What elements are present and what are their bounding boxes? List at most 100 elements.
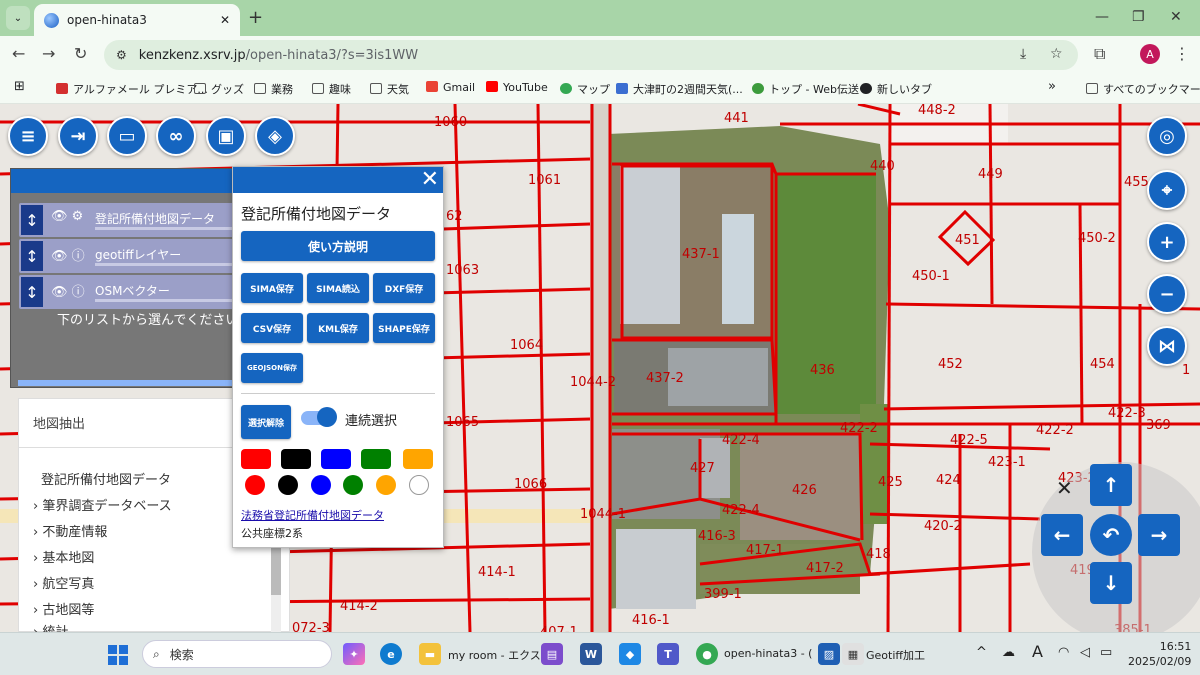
catalog-item[interactable]: › 航空写真 [33, 573, 94, 592]
defender-icon[interactable]: ◆ [619, 643, 641, 665]
eye-info-icon[interactable]: 👁 ⓘ [51, 281, 85, 300]
speaker-icon[interactable]: ◁ [1080, 645, 1090, 660]
catalog-item[interactable]: › 統計 [33, 621, 68, 632]
bookmark-folder-goods[interactable]: グッズ [194, 81, 244, 97]
deselect-button[interactable]: 選択解除 [241, 405, 291, 439]
color-dot-black[interactable] [278, 475, 298, 495]
color-swatch-orange[interactable] [403, 449, 433, 469]
color-dot-red[interactable] [245, 475, 265, 495]
image-button[interactable]: ▣ [206, 116, 246, 156]
howto-button[interactable]: 使い方説明 [241, 231, 435, 261]
drag-handle-icon[interactable]: ↕ [21, 241, 43, 271]
copilot-icon[interactable]: ✦ [343, 643, 365, 665]
close-tab-button[interactable]: ✕ [220, 13, 230, 27]
place-button[interactable]: ⌖ [1147, 170, 1187, 210]
close-nav-pad-button[interactable]: ✕ [1056, 476, 1073, 500]
address-bar[interactable]: ⚙ kenzkenz.xsrv.jp/open-hinata3/?s=3is1W… [104, 40, 1078, 70]
bookmarks-overflow-button[interactable]: » [1048, 79, 1056, 94]
bookmark-star-icon[interactable]: ☆ [1050, 46, 1063, 62]
moj-registry-link[interactable]: 法務省登記所備付地図データ [241, 507, 384, 523]
toggle-knob[interactable] [317, 407, 337, 427]
bookmark-alphamail[interactable]: アルファメール プレミア... [56, 81, 208, 97]
teams-icon[interactable]: T [657, 643, 679, 665]
taskbar-app-geotiff[interactable]: Geotiff加工 [866, 647, 925, 663]
extensions-icon[interactable]: ⧉ [1094, 44, 1105, 64]
battery-icon[interactable]: ▭ [1100, 645, 1112, 660]
word-icon[interactable]: W [580, 643, 602, 665]
zoom-out-button[interactable]: − [1147, 274, 1187, 314]
start-button[interactable] [108, 645, 128, 665]
drag-handle-icon[interactable]: ↕ [21, 277, 43, 307]
color-dot-orange[interactable] [376, 475, 396, 495]
media-app-icon[interactable]: ▤ [541, 643, 563, 665]
taskbar-app-chrome[interactable]: open-hinata3 - ( [724, 647, 812, 660]
color-swatch-green[interactable] [361, 449, 391, 469]
catalog-item[interactable]: › 古地図等 [33, 599, 94, 618]
pan-left-button[interactable]: ← [1041, 514, 1083, 556]
bookmark-folder-hobby[interactable]: 趣味 [312, 81, 351, 97]
eye-info-icon[interactable]: 👁 ⓘ [51, 245, 85, 264]
wifi-icon[interactable]: ◠ [1058, 645, 1069, 660]
pan-up-button[interactable]: ↑ [1090, 464, 1132, 506]
site-info-icon[interactable]: ⚙ [116, 48, 127, 62]
bookmark-youtube[interactable]: YouTube [486, 81, 548, 94]
menu-button[interactable]: ≡ [8, 116, 48, 156]
login-button[interactable]: ⇥ [58, 116, 98, 156]
taskbar-app-explorer[interactable]: my room - エクス [448, 647, 541, 663]
color-swatch-red[interactable] [241, 449, 271, 469]
kml-save-button[interactable]: KML保存 [307, 313, 369, 343]
zoom-in-button[interactable]: + [1147, 222, 1187, 262]
dxf-save-button[interactable]: DXF保存 [373, 273, 435, 303]
pan-right-button[interactable]: → [1138, 514, 1180, 556]
close-window-button[interactable]: ✕ [1170, 9, 1182, 25]
browser-tab[interactable]: open-hinata3 ✕ [34, 4, 240, 36]
pan-down-button[interactable]: ↓ [1090, 562, 1132, 604]
color-swatch-black[interactable] [281, 449, 311, 469]
catalog-item[interactable]: › 筆界調査データベース [33, 495, 172, 514]
csv-save-button[interactable]: CSV保存 [241, 313, 303, 343]
undo-button[interactable]: ↶ [1090, 514, 1132, 556]
forward-button[interactable]: → [42, 44, 55, 63]
edge-icon[interactable]: e [380, 643, 402, 665]
catalog-item[interactable]: › 基本地図 [33, 547, 94, 566]
color-dot-green[interactable] [343, 475, 363, 495]
profile-avatar[interactable]: A [1140, 44, 1160, 64]
cloud-icon[interactable]: ☁ [1002, 645, 1015, 660]
color-dot-white[interactable] [409, 475, 429, 495]
color-swatch-blue[interactable] [321, 449, 351, 469]
file-explorer-icon[interactable]: ▬ [419, 643, 441, 665]
new-tab-button[interactable]: + [248, 7, 263, 28]
eye-gear-icon[interactable]: 👁 ⚙ [51, 209, 83, 224]
install-app-icon[interactable]: ⤓ [1020, 46, 1026, 62]
tab-search-button[interactable]: ⌄ [6, 6, 30, 30]
more-menu-icon[interactable]: ⋮ [1174, 44, 1190, 63]
photos-app-icon[interactable]: ▨ [818, 643, 840, 665]
geojson-save-button[interactable]: GEOJSON保存 [241, 353, 303, 383]
sima-save-button[interactable]: SIMA保存 [241, 273, 303, 303]
bookmark-folder-weather[interactable]: 天気 [370, 81, 409, 97]
layers-button[interactable]: ◈ [255, 116, 295, 156]
bookmark-gmail[interactable]: Gmail [426, 81, 475, 94]
drag-handle-icon[interactable]: ↕ [21, 205, 43, 235]
taskbar-search[interactable]: ⌕ 検索 [142, 640, 332, 668]
minimize-button[interactable]: — [1095, 9, 1109, 25]
system-clock[interactable]: 16:51 2025/02/09 [1128, 639, 1191, 669]
restore-button[interactable]: ❐ [1132, 9, 1145, 25]
chrome-icon[interactable]: ● [696, 643, 718, 665]
bookmark-web-transfer[interactable]: トップ - Web伝送 [752, 81, 859, 97]
reload-button[interactable]: ↻ [74, 44, 87, 63]
catalog-item[interactable]: 登記所備付地図データ [41, 469, 171, 488]
bookmark-weather-otsu[interactable]: 大津町の2週間天気(... [616, 81, 743, 97]
locate-button[interactable]: ◎ [1147, 116, 1187, 156]
geotiff-app-icon[interactable]: ▦ [842, 643, 864, 665]
monitor-button[interactable]: ▭ [107, 116, 147, 156]
tray-overflow-icon[interactable]: ^ [976, 645, 987, 660]
link-button[interactable]: ∞ [156, 116, 196, 156]
sima-load-button[interactable]: SIMA読込 [307, 273, 369, 303]
color-dot-blue[interactable] [311, 475, 331, 495]
close-icon[interactable]: ✕ [421, 167, 439, 193]
bookmark-new-tab[interactable]: 新しいタブ [860, 81, 932, 97]
bookmark-folder-work[interactable]: 業務 [254, 81, 293, 97]
shape-save-button[interactable]: SHAPE保存 [373, 313, 435, 343]
bookmark-maps[interactable]: マップ [560, 81, 610, 97]
